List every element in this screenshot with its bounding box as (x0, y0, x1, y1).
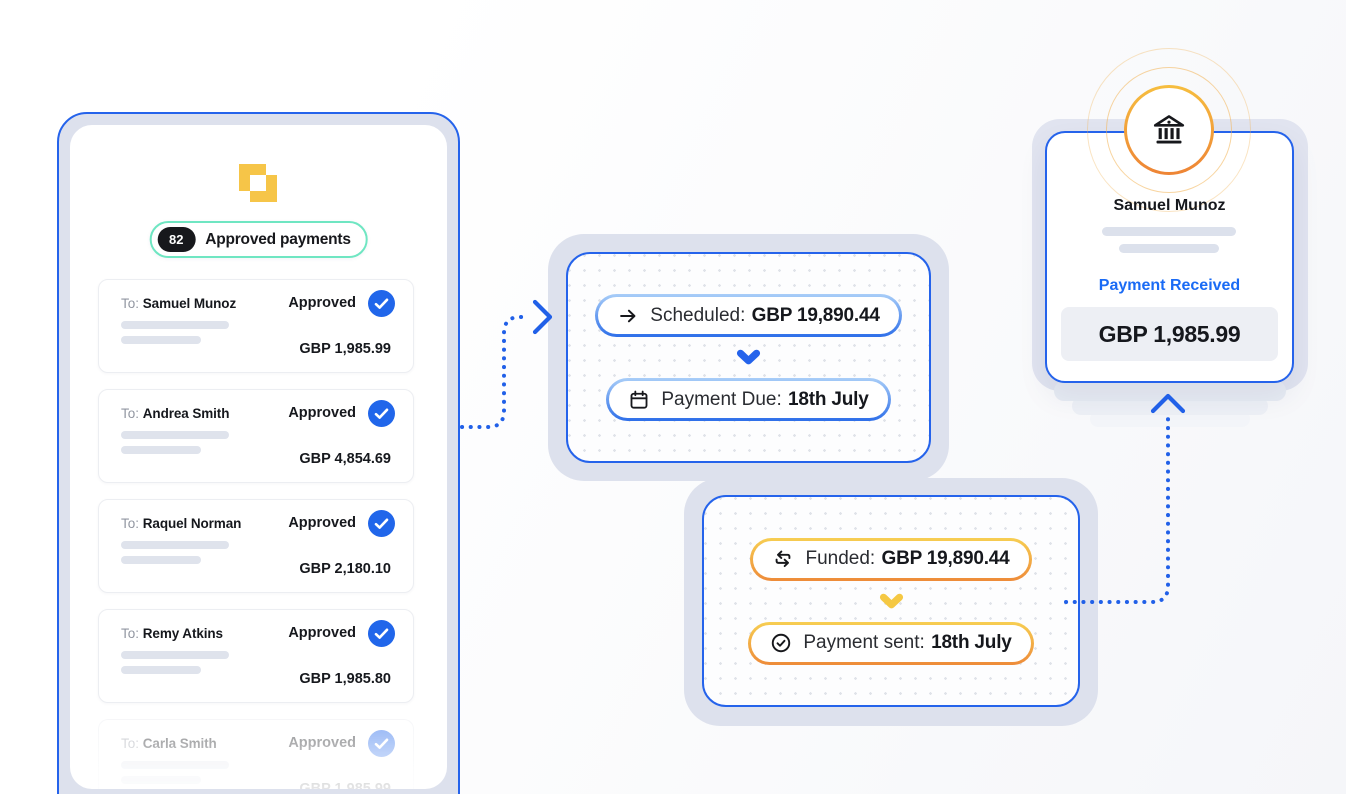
to-label: To: (121, 406, 139, 421)
payment-due-pill: Payment Due: 18th July (606, 378, 890, 421)
stacked-sheet (1054, 381, 1286, 401)
payment-flow-illustration: 82 Approved payments To: Samuel Munoz Ap… (0, 0, 1346, 794)
scheduled-value: GBP 19,890.44 (752, 305, 880, 326)
approved-check-icon (368, 510, 395, 537)
payment-row-list: To: Samuel Munoz Approved GBP 1,985.99 T… (98, 279, 414, 789)
to-label: To: (121, 626, 139, 641)
funded-card: Funded: GBP 19,890.44 Payment sent: 18th… (702, 495, 1080, 707)
payment-row: To: Raquel Norman Approved GBP 2,180.10 (98, 499, 414, 593)
to-label: To: (121, 736, 139, 751)
recipient-name: Remy Atkins (143, 626, 223, 641)
approved-check-icon (368, 290, 395, 317)
payment-amount: GBP 4,854.69 (299, 451, 391, 467)
placeholder-bar (121, 446, 201, 454)
status-label: Approved (288, 295, 356, 311)
placeholder-bar (121, 336, 201, 344)
status-label: Approved (288, 405, 356, 421)
funded-value: GBP 19,890.44 (881, 548, 1009, 569)
placeholder-bar (121, 651, 229, 659)
approved-payments-panel-inner: 82 Approved payments To: Samuel Munoz Ap… (70, 125, 447, 789)
payment-row: To: Carla Smith Approved GBP 1,985.99 (98, 719, 414, 789)
overlapping-squares-logo (239, 164, 277, 202)
placeholder-bar (121, 541, 229, 549)
payment-amount: GBP 1,985.99 (299, 341, 391, 357)
placeholder-bar (121, 431, 229, 439)
swap-horizontal-icon (772, 548, 794, 570)
funded-label: Funded: (805, 548, 875, 569)
arrow-right-icon (617, 305, 639, 327)
placeholder-bar (121, 556, 201, 564)
placeholder-bar (121, 776, 201, 784)
payment-amount: GBP 1,985.99 (299, 781, 391, 789)
scheduled-card: Scheduled: GBP 19,890.44 Payment Due: 18… (566, 252, 931, 463)
approved-payments-panel: 82 Approved payments To: Samuel Munoz Ap… (57, 112, 460, 794)
payment-row: To: Andrea Smith Approved GBP 4,854.69 (98, 389, 414, 483)
payment-sent-value: 18th July (931, 632, 1012, 653)
payment-due-value: 18th July (788, 389, 869, 410)
badge-label: Approved payments (205, 231, 351, 249)
scheduled-pill: Scheduled: GBP 19,890.44 (595, 294, 901, 337)
to-label: To: (121, 516, 139, 531)
scheduled-label: Scheduled: (650, 305, 745, 326)
recipient-name: Samuel Munoz (143, 296, 236, 311)
received-amount: GBP 1,985.99 (1061, 307, 1278, 361)
recipient-name: Carla Smith (143, 736, 217, 751)
calendar-icon (628, 389, 650, 411)
funded-pill: Funded: GBP 19,890.44 (750, 538, 1031, 581)
placeholder-bar (1102, 227, 1236, 236)
status-label: Approved (288, 625, 356, 641)
placeholder-bar (121, 321, 229, 329)
payment-due-label: Payment Due: (661, 389, 781, 410)
recipient-name: Raquel Norman (143, 516, 241, 531)
approved-payments-badge: 82 Approved payments (149, 221, 368, 258)
to-label: To: (121, 296, 139, 311)
payment-received-label: Payment Received (1045, 277, 1294, 295)
chevron-down-icon (879, 593, 904, 610)
badge-count: 82 (157, 227, 195, 252)
payment-sent-label: Payment sent: (803, 632, 924, 653)
approved-check-icon (368, 400, 395, 427)
bank-icon (1151, 112, 1187, 148)
payment-sent-pill: Payment sent: 18th July (748, 622, 1033, 665)
approved-check-icon (368, 730, 395, 757)
approved-check-icon (368, 620, 395, 647)
payment-row: To: Samuel Munoz Approved GBP 1,985.99 (98, 279, 414, 373)
payment-row: To: Remy Atkins Approved GBP 1,985.80 (98, 609, 414, 703)
status-label: Approved (288, 735, 356, 751)
recipient-name: Samuel Munoz (1045, 197, 1294, 215)
placeholder-bar (121, 761, 229, 769)
check-circle-icon (770, 632, 792, 654)
placeholder-bar (1119, 244, 1219, 253)
placeholder-bar (121, 666, 201, 674)
chevron-down-icon (736, 349, 761, 366)
payment-amount: GBP 1,985.80 (299, 671, 391, 687)
status-label: Approved (288, 515, 356, 531)
payment-amount: GBP 2,180.10 (299, 561, 391, 577)
connector-left-to-scheduled (462, 317, 527, 427)
recipient-name: Andrea Smith (143, 406, 230, 421)
bank-avatar (1124, 85, 1214, 175)
